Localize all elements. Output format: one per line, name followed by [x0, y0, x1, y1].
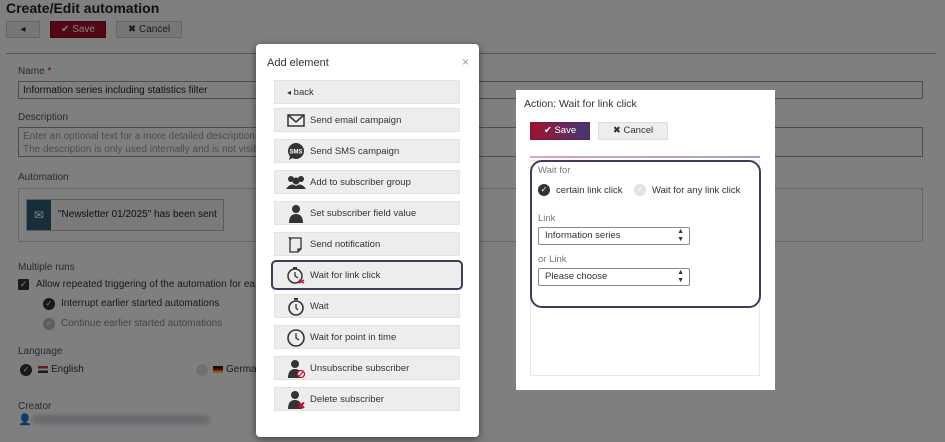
action-divider [530, 156, 760, 158]
send-sms-campaign-item[interactable]: SMS Send SMS campaign [274, 139, 460, 163]
x-icon: ✖ [612, 125, 621, 136]
action-save-button[interactable]: ✔ Save [530, 122, 590, 140]
add-element-modal: Add element × ◂ back Send email campaign… [256, 44, 479, 437]
link-label: Link [538, 213, 556, 224]
wait-item[interactable]: Wait [274, 294, 460, 318]
stopwatch-icon [288, 298, 304, 316]
or-link-label: or Link [538, 254, 567, 265]
close-icon[interactable]: × [462, 55, 469, 69]
group-icon [286, 176, 306, 189]
certain-link-click-radio[interactable]: ✓ [538, 184, 550, 196]
notepad-icon [288, 236, 302, 253]
wait-for-link-click-item[interactable]: Wait for link click [272, 261, 462, 289]
back-item[interactable]: ◂ back [274, 80, 460, 104]
any-link-click-radio[interactable]: ✓ [634, 184, 646, 196]
certain-link-click-label: certain link click [556, 185, 623, 196]
person-delete-icon [288, 391, 305, 409]
person-block-icon [288, 360, 306, 378]
wait-for-label: Wait for [538, 165, 571, 176]
updown-arrow-icon: ▲ ▼ [677, 228, 684, 243]
modal-title: Add element [267, 57, 329, 69]
svg-text:SMS: SMS [289, 150, 302, 156]
or-link-select[interactable]: Please choose ▲ ▼ [538, 268, 690, 286]
action-cancel-button[interactable]: ✖ Cancel [598, 122, 668, 140]
action-title: Action: Wait for link click [524, 98, 637, 110]
any-link-click-label: Wait for any link click [652, 185, 741, 196]
check-icon: ✔ [543, 125, 552, 136]
delete-subscriber-item[interactable]: Delete subscriber [274, 387, 460, 411]
set-subscriber-field-value-item[interactable]: Set subscriber field value [274, 201, 460, 225]
clock-icon [287, 329, 305, 347]
updown-arrow-icon: ▲ ▼ [677, 269, 684, 284]
add-to-subscriber-group-item[interactable]: Add to subscriber group [274, 170, 460, 194]
envelope-icon [287, 114, 305, 127]
unsubscribe-subscriber-item[interactable]: Unsubscribe subscriber [274, 356, 460, 380]
send-email-campaign-item[interactable]: Send email campaign [274, 108, 460, 132]
wait-for-point-in-time-item[interactable]: Wait for point in time [274, 325, 460, 349]
clock-cursor-icon [287, 267, 305, 284]
sms-bubble-icon: SMS [288, 143, 304, 160]
person-icon [289, 205, 303, 223]
caret-left-icon: ◂ [287, 88, 292, 97]
send-notification-item[interactable]: Send notification [274, 232, 460, 256]
link-select[interactable]: Information series ▲ ▼ [538, 227, 690, 245]
